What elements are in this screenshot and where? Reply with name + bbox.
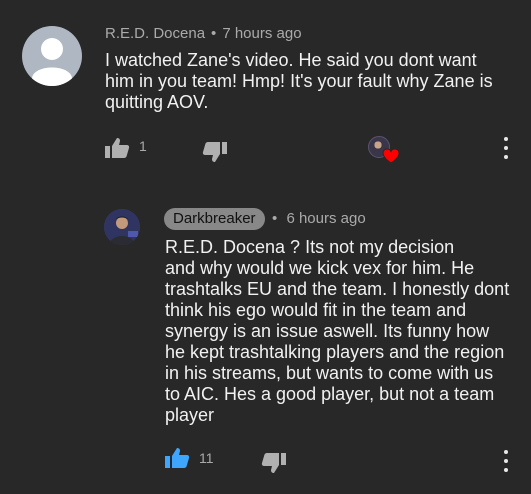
reply-line: trashtalks EU and the team. I honestly d…: [165, 279, 510, 299]
meta-separator: •: [211, 25, 217, 42]
more-vertical-icon[interactable]: [503, 137, 509, 159]
comment-author[interactable]: R.E.D. Docena: [105, 25, 205, 42]
reply-like-count: 11: [199, 450, 214, 466]
comment-thread: R.E.D. Docena • 7 hours ago I watched Zane…: [0, 0, 531, 494]
reply-line: and why would we kick vex for him. He: [165, 258, 475, 278]
comment-line: quitting AOV.: [105, 92, 209, 112]
reply-meta: • 6 hours ago: [272, 210, 366, 227]
comment-line: him in you team! Hmp! It's your fault wh…: [105, 71, 493, 91]
reply-more-vertical-icon[interactable]: [503, 450, 509, 472]
thumbs-up-icon: [105, 138, 130, 158]
dislike-button[interactable]: [202, 141, 228, 163]
reply-line: player: [165, 405, 215, 425]
default-avatar-icon: [32, 38, 72, 86]
like-button[interactable]: [104, 137, 130, 159]
thumbs-down-icon: [202, 142, 227, 162]
creator-heart: [368, 136, 402, 166]
user-photo-icon: [104, 209, 140, 245]
reply-line: he kept trashtalking players and the reg…: [165, 342, 505, 362]
reply-author-badge[interactable]: Darkbreaker: [164, 208, 265, 230]
reply-avatar[interactable]: [104, 209, 140, 245]
reply-dislike-button[interactable]: [261, 452, 287, 474]
reply-line: to AIC. Hes a good player, but not a tea…: [165, 384, 495, 404]
reply-line: synergy is an issue aswell. Its funny ho…: [165, 321, 490, 341]
reply-line: think his ego would fit in the team and: [165, 300, 467, 320]
comment-meta: R.E.D. Docena • 7 hours ago: [105, 25, 302, 42]
reply-line: in his streams, but wants to come with u…: [165, 363, 494, 383]
reply-like-button[interactable]: [164, 447, 190, 469]
reply-line: R.E.D. Docena ? Its not my decision: [165, 237, 455, 257]
reply-timestamp[interactable]: 6 hours ago: [286, 210, 365, 227]
like-count: 1: [139, 138, 147, 154]
heart-icon: [382, 148, 400, 164]
comment-line: I watched Zane's video. He said you dont…: [105, 50, 477, 70]
thumbs-down-icon: [261, 453, 286, 473]
meta-separator: •: [272, 210, 278, 227]
comment-text: I watched Zane's video. He said you dont…: [105, 50, 515, 113]
avatar[interactable]: [22, 26, 82, 86]
comment-timestamp[interactable]: 7 hours ago: [222, 25, 301, 42]
reply-text: R.E.D. Docena ? Its not my decision and …: [165, 237, 515, 426]
thumbs-up-icon: [165, 448, 190, 468]
